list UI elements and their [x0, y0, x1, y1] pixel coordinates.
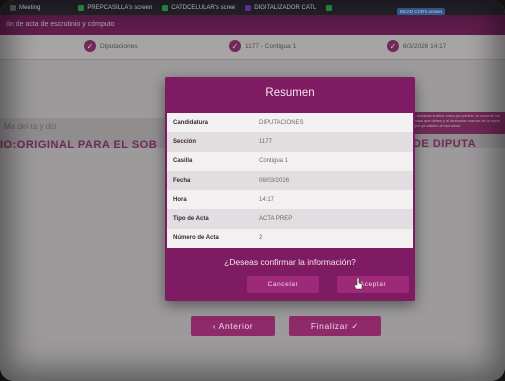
- summary-key: Hora: [167, 190, 253, 210]
- taskbar-item-catdcelular[interactable]: CATDCELULAR's scree: [162, 4, 236, 11]
- taskbar-item-label: Meeting: [19, 4, 41, 11]
- taskbar-item-label: DIGITALIZADOR CATL: [254, 4, 317, 11]
- summary-value: 06/03/2026: [253, 170, 413, 191]
- confirm-question: ¿Deseas confirmar la información?: [224, 257, 356, 267]
- hand-cursor-icon: [354, 278, 363, 290]
- taskbar-item-label: CATDCELULAR's scree: [171, 4, 236, 11]
- taskbar-item-prepcasilla[interactable]: PREPCASILLA's screen: [78, 4, 153, 11]
- summary-key: Sección: [167, 132, 253, 152]
- summary-value: 1177: [253, 132, 413, 152]
- summary-value: DIPUTACIONES: [253, 113, 413, 133]
- summary-key: Número de Acta: [167, 228, 253, 249]
- screen-icon: [162, 4, 169, 11]
- screen-frame: Meeting PREPCASILLA's screen CATDCELULAR…: [0, 0, 505, 381]
- summary-value: ACTA PREP: [253, 209, 413, 229]
- summary-row: Tipo de Acta ACTA PREP: [167, 209, 413, 229]
- summary-row: Hora 14:17: [167, 190, 413, 210]
- taskbar-item-digitalizador[interactable]: DIGITALIZADOR CATL: [245, 4, 317, 11]
- modal-title: Resumen: [265, 87, 315, 99]
- screen-icon: [326, 4, 333, 11]
- summary-row: Número de Acta 2: [167, 228, 413, 249]
- previous-button[interactable]: ‹ Anterior: [191, 316, 275, 336]
- summary-row: Sección 1177: [167, 132, 413, 152]
- summary-row: Candidatura DIPUTACIONES: [167, 113, 413, 133]
- accept-button[interactable]: Aceptar: [337, 276, 409, 293]
- meeting-icon: [10, 4, 16, 11]
- summary-row: Fecha 06/03/2026: [167, 170, 413, 191]
- summary-key: Tipo de Acta: [167, 209, 253, 229]
- summary-modal: Resumen Candidatura DIPUTACIONES Sección 11…: [165, 77, 415, 301]
- meeting-taskbar: Meeting PREPCASILLA's screen CATDCELULAR…: [0, 0, 505, 15]
- summary-value: Contigua 1: [253, 151, 413, 171]
- screen-icon: [78, 4, 85, 11]
- summary-row: Casilla Contigua 1: [167, 151, 413, 171]
- summary-value: 14:17: [253, 190, 413, 210]
- taskbar-item-meeting[interactable]: Meeting: [10, 4, 41, 11]
- summary-value: 2: [253, 228, 413, 249]
- summary-key: Candidatura: [167, 113, 253, 133]
- taskbar-item-label: PREPCASILLA's screen: [87, 4, 153, 11]
- summary-key: Fecha: [167, 170, 253, 191]
- screen-share-badge: MCAD CCR's screen: [396, 8, 445, 15]
- summary-table: Candidatura DIPUTACIONES Sección 1177 Casill…: [167, 113, 413, 249]
- summary-key: Casilla: [167, 151, 253, 171]
- finish-button[interactable]: Finalizar ✓: [289, 316, 381, 336]
- cancel-button[interactable]: Cancelar: [247, 276, 319, 293]
- screen-icon: [245, 4, 252, 11]
- taskbar-item-extra[interactable]: [326, 4, 335, 11]
